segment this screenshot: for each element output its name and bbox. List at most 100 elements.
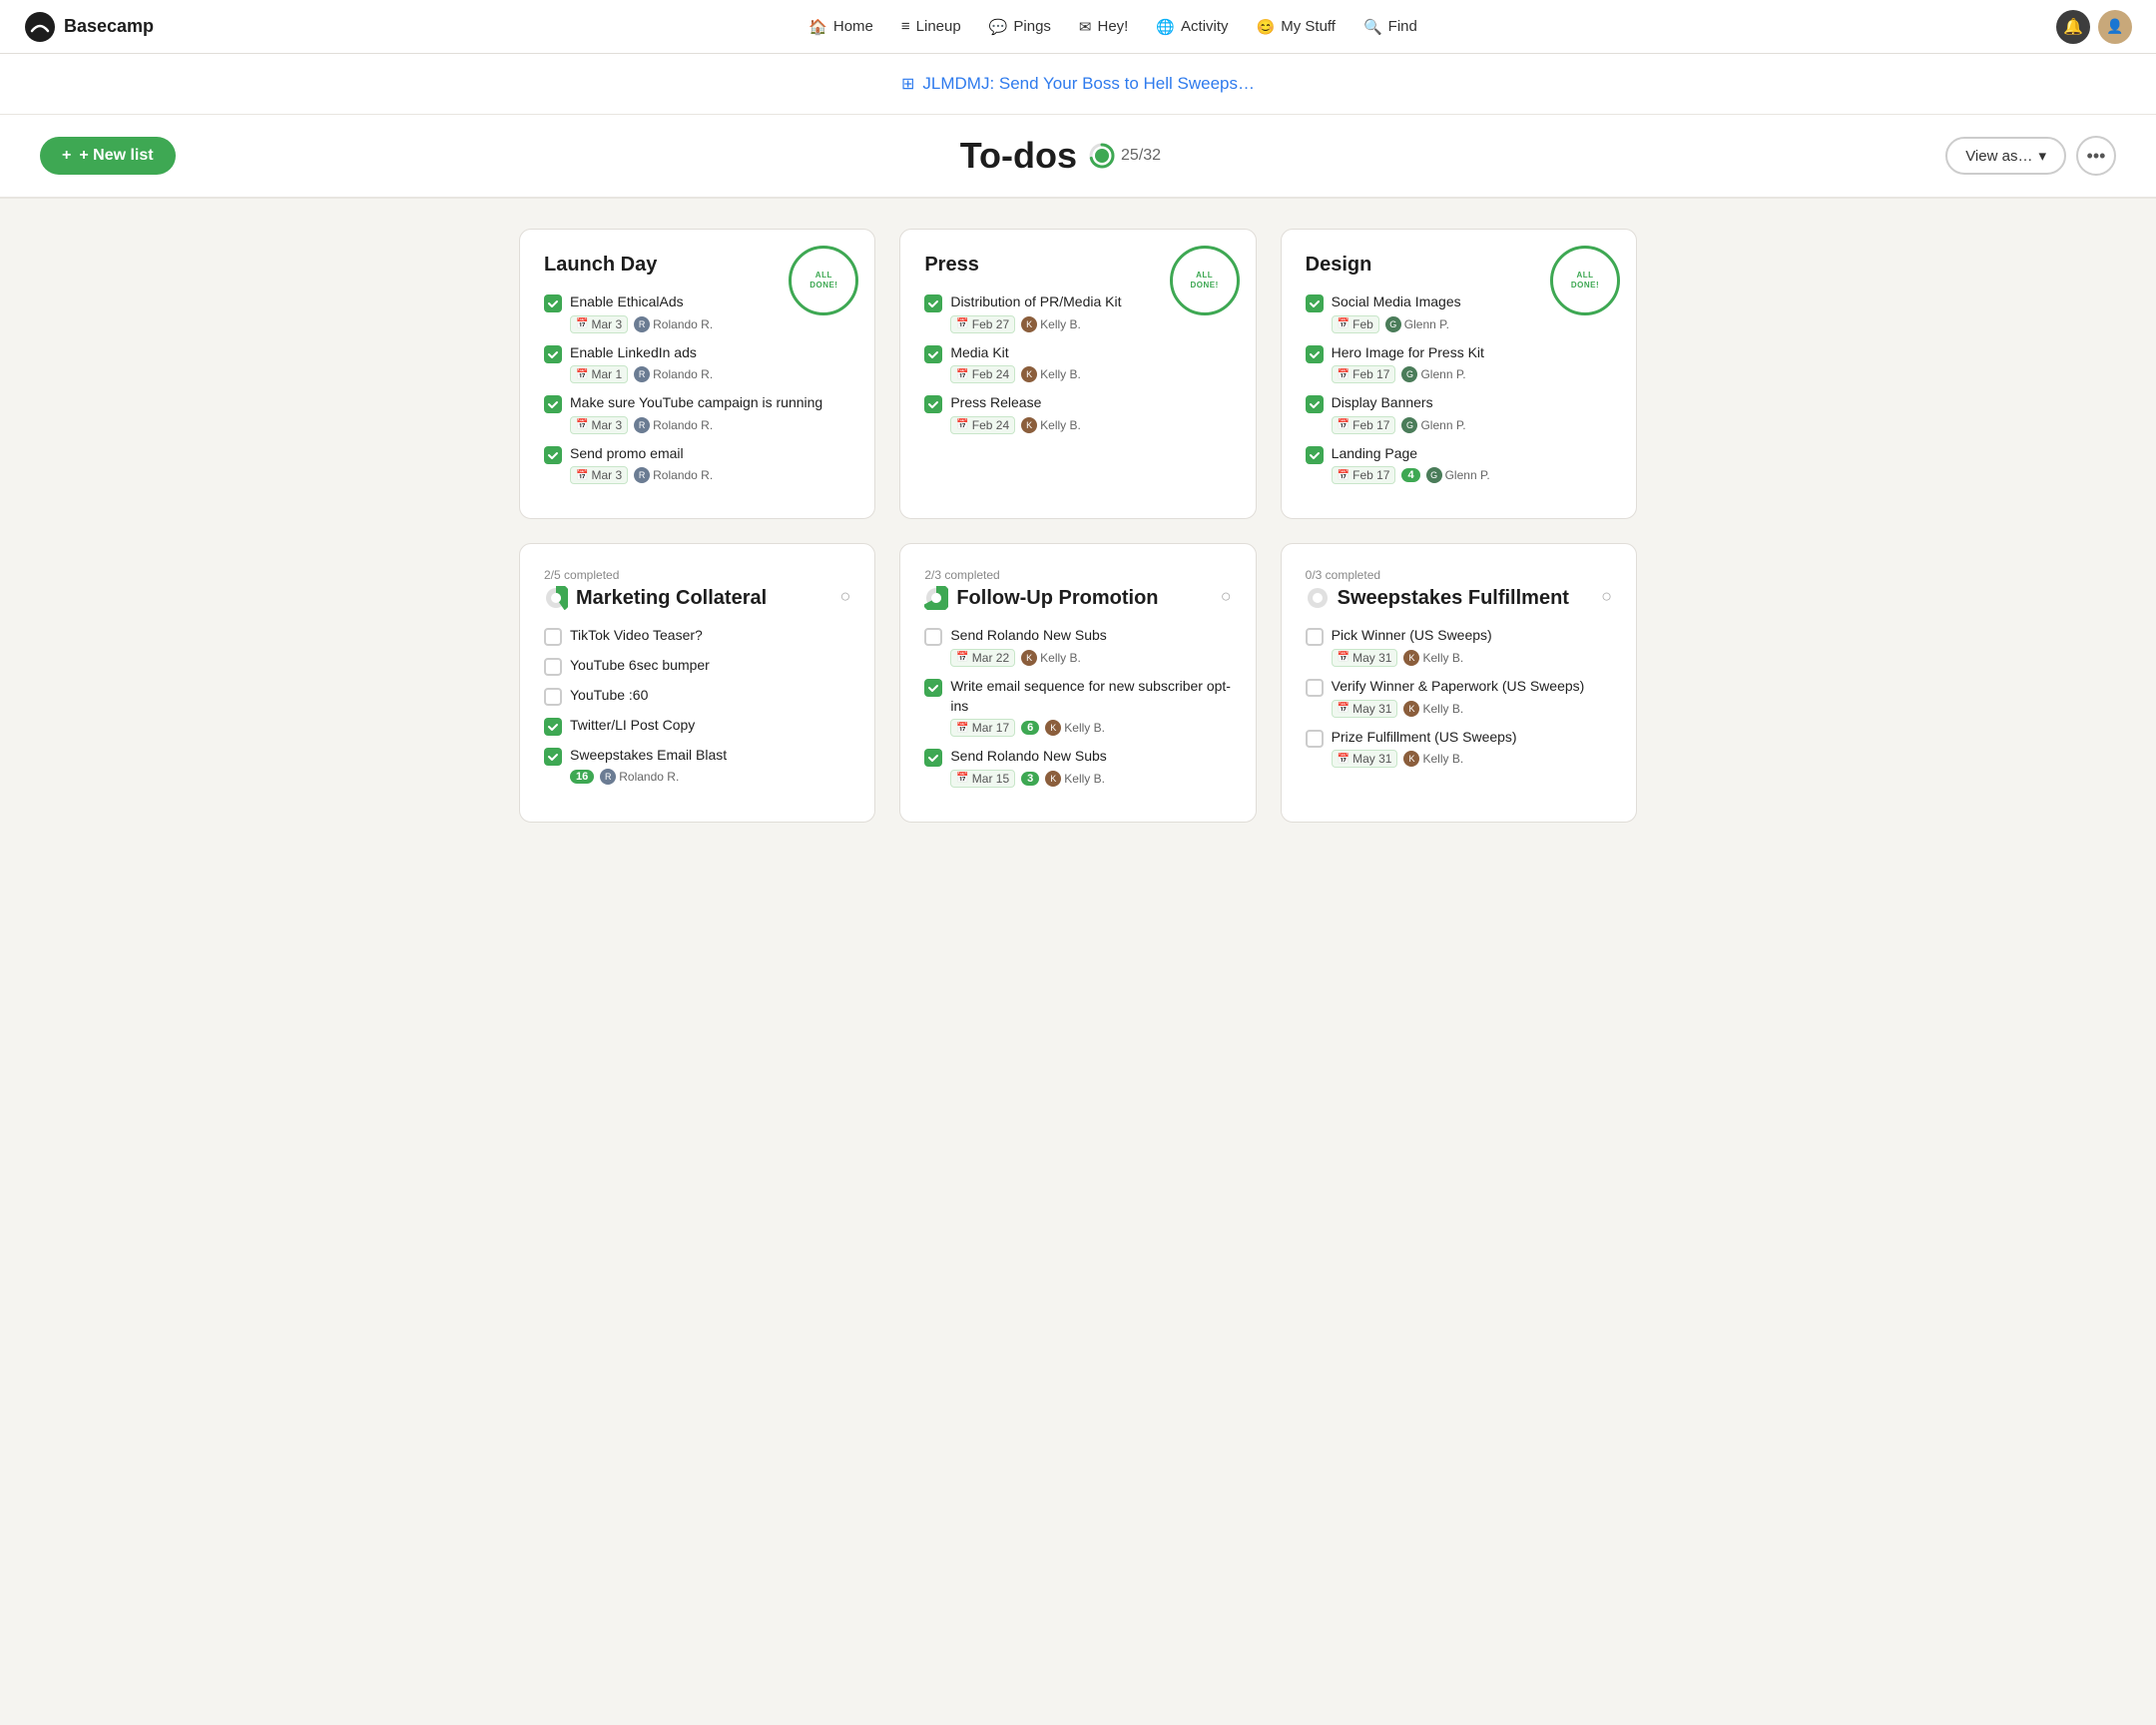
todo-title: Enable LinkedIn ads (570, 343, 850, 363)
checkbox-checked[interactable] (544, 446, 562, 464)
calendar-icon: 📅 (1338, 419, 1349, 430)
todo-content: Media Kit 📅Feb 24 K Kelly B. (950, 343, 1231, 384)
todo-content: Twitter/LI Post Copy (570, 716, 850, 736)
page-title-area: To-dos 25/32 (960, 135, 1161, 177)
checkbox-checked[interactable] (924, 395, 942, 413)
todo-content: Send Rolando New Subs 📅Mar 15 3 K Kelly … (950, 747, 1231, 788)
partial-progress-icon (1306, 586, 1330, 610)
plus-icon: + (62, 147, 71, 165)
assignee: R Rolando R. (634, 467, 713, 483)
logo[interactable]: Basecamp (24, 11, 154, 43)
card-menu-icon[interactable]: ○ (1601, 586, 1612, 607)
view-as-button[interactable]: View as… ▾ (1945, 137, 2066, 175)
todo-meta: 📅Mar 3 R Rolando R. (570, 416, 850, 434)
checkbox-unchecked[interactable] (1306, 679, 1324, 697)
todo-item: Pick Winner (US Sweeps) 📅May 31 K Kelly … (1306, 626, 1612, 667)
checkbox-checked[interactable] (924, 345, 942, 363)
card-menu-icon[interactable]: ○ (1221, 586, 1232, 607)
assignee-avatar: R (634, 417, 650, 433)
todo-title: Verify Winner & Paperwork (US Sweeps) (1332, 677, 1612, 697)
assignee: R Rolando R. (634, 417, 713, 433)
assignee-name: Glenn P. (1404, 317, 1449, 331)
avatar[interactable]: 👤 (2098, 10, 2132, 44)
assignee-avatar: K (1045, 771, 1061, 787)
assignee-name: Kelly B. (1064, 721, 1105, 735)
card-title: Launch Day (544, 254, 657, 277)
new-list-button[interactable]: + + New list (40, 137, 176, 175)
todo-meta: 📅May 31 K Kelly B. (1332, 750, 1612, 768)
todo-title: Send Rolando New Subs (950, 626, 1231, 646)
checkbox-unchecked[interactable] (924, 628, 942, 646)
checkbox-checked[interactable] (924, 294, 942, 312)
todo-item: Sweepstakes Email Blast 16 R Rolando R. (544, 746, 850, 785)
checkbox-unchecked[interactable] (1306, 730, 1324, 748)
checkbox-checked[interactable] (1306, 345, 1324, 363)
nav-hey[interactable]: ✉ Hey! (1067, 12, 1140, 42)
todo-content: Sweepstakes Email Blast 16 R Rolando R. (570, 746, 850, 785)
checkbox-checked[interactable] (1306, 446, 1324, 464)
card-progress-label: 2/5 completed (544, 568, 850, 582)
todo-meta: 📅Feb G Glenn P. (1332, 315, 1612, 333)
todo-date: 📅Mar 17 (950, 719, 1015, 737)
checkbox-checked[interactable] (544, 748, 562, 766)
assignee-avatar: G (1401, 417, 1417, 433)
checkbox-unchecked[interactable] (1306, 628, 1324, 646)
project-link[interactable]: ⊞ JLMDMJ: Send Your Boss to Hell Sweeps… (901, 74, 1255, 94)
calendar-icon: 📅 (1338, 470, 1349, 481)
assignee: R Rolando R. (600, 769, 679, 785)
card-progress-label: 2/3 completed (924, 568, 1231, 582)
checkbox-checked[interactable] (924, 679, 942, 697)
checkbox-unchecked[interactable] (544, 628, 562, 646)
card-header: Sweepstakes Fulfillment ○ (1306, 586, 1612, 610)
nav-pings[interactable]: 💬 Pings (977, 12, 1063, 42)
nav-mystuff[interactable]: 😊 My Stuff (1245, 12, 1348, 42)
nav-activity[interactable]: 🌐 Activity (1144, 12, 1240, 42)
nav-find[interactable]: 🔍 Find (1351, 12, 1429, 42)
todo-date: 📅Feb 27 (950, 315, 1015, 333)
checkbox-checked[interactable] (1306, 294, 1324, 312)
notifications-button[interactable]: 🔔 (2056, 10, 2090, 44)
assignee-avatar: G (1401, 366, 1417, 382)
checkbox-checked[interactable] (544, 294, 562, 312)
assignee: K Kelly B. (1021, 316, 1081, 332)
calendar-icon: 📅 (576, 419, 588, 430)
todo-meta: 📅Mar 17 6 K Kelly B. (950, 719, 1231, 737)
nav-right: 🔔 👤 (2056, 10, 2132, 44)
assignee-avatar: G (1426, 467, 1442, 483)
todo-item: Landing Page 📅Feb 17 4 G Glenn P. (1306, 444, 1612, 485)
card-follow-up-promotion: 2/3 completed Follow-Up Promotion ○ Send… (899, 543, 1256, 822)
card-menu-icon[interactable]: ○ (839, 586, 850, 607)
calendar-icon: 📅 (956, 652, 968, 663)
nav-home[interactable]: 🏠 Home (797, 12, 885, 42)
calendar-icon: 📅 (956, 419, 968, 430)
todo-date: 📅Mar 3 (570, 466, 628, 484)
todo-item: YouTube :60 (544, 686, 850, 706)
assignee: K Kelly B. (1403, 650, 1463, 666)
assignee-name: Rolando R. (653, 317, 713, 331)
assignee-name: Kelly B. (1064, 772, 1105, 786)
checkbox-checked[interactable] (1306, 395, 1324, 413)
assignee: G Glenn P. (1385, 316, 1449, 332)
todo-title: Sweepstakes Email Blast (570, 746, 850, 766)
checkbox-unchecked[interactable] (544, 688, 562, 706)
card-progress-label: 0/3 completed (1306, 568, 1612, 582)
todo-meta: 📅May 31 K Kelly B. (1332, 649, 1612, 667)
card-sweepstakes-fulfillment: 0/3 completed Sweepstakes Fulfillment ○ … (1281, 543, 1637, 822)
partial-progress-icon (924, 586, 948, 610)
todo-title: Write email sequence for new subscriber … (950, 677, 1231, 716)
checkbox-checked[interactable] (544, 395, 562, 413)
more-button[interactable]: ••• (2076, 136, 2116, 176)
assignee-avatar: K (1021, 316, 1037, 332)
view-as-label: View as… (1965, 148, 2032, 165)
checkbox-checked[interactable] (544, 718, 562, 736)
checkbox-checked[interactable] (924, 749, 942, 767)
assignee: K Kelly B. (1021, 366, 1081, 382)
grid-icon: ⊞ (901, 74, 914, 94)
assignee: K Kelly B. (1403, 701, 1463, 717)
checkbox-unchecked[interactable] (544, 658, 562, 676)
checkbox-checked[interactable] (544, 345, 562, 363)
todo-date: 📅Feb 17 (1332, 365, 1396, 383)
assignee-name: Glenn P. (1445, 468, 1490, 482)
nav-lineup[interactable]: ≡ Lineup (889, 12, 973, 41)
todo-date: 📅Mar 15 (950, 770, 1015, 788)
